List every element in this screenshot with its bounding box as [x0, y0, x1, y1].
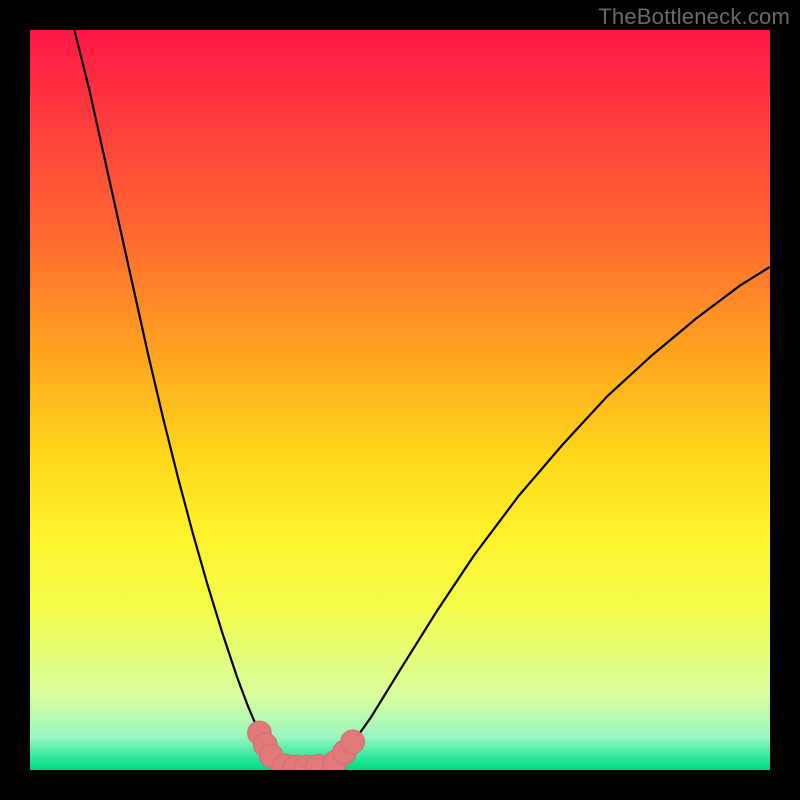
- chart-svg: [30, 30, 770, 770]
- gradient-background: [30, 30, 770, 770]
- chart-frame: TheBottleneck.com: [0, 0, 800, 800]
- watermark-text: TheBottleneck.com: [598, 4, 790, 30]
- plot-area: [30, 30, 770, 770]
- data-marker: [341, 730, 365, 754]
